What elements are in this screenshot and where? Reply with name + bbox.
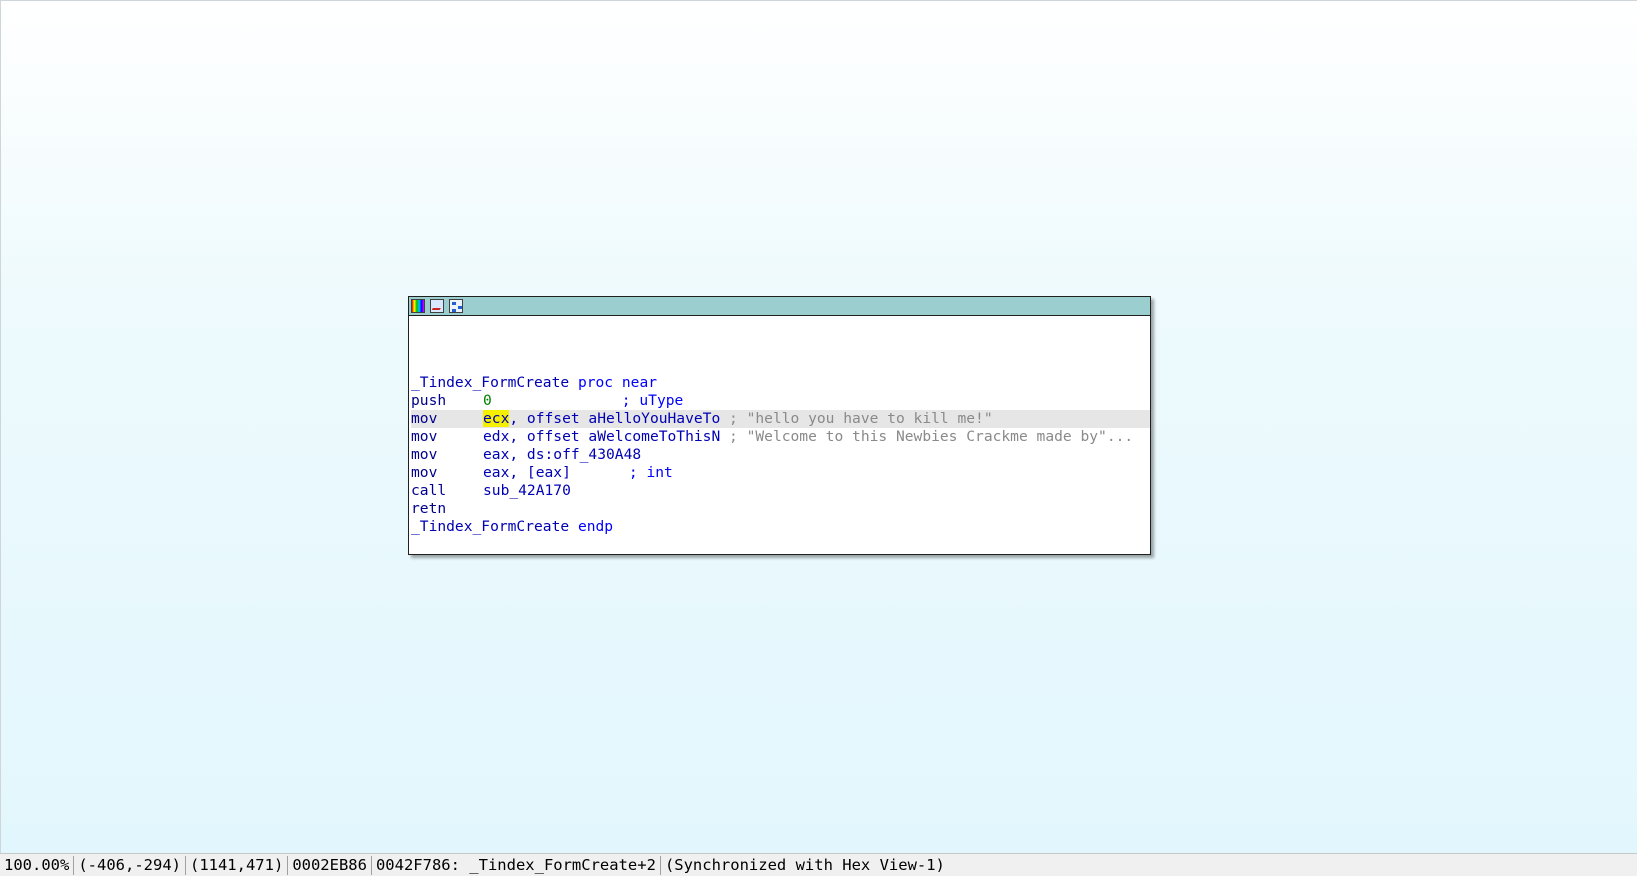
node-title-bar[interactable]: [409, 297, 1150, 316]
mnemonic: push: [411, 392, 447, 409]
call-target[interactable]: sub_42A170: [483, 482, 571, 499]
instruction-line[interactable]: push 0 ; uType: [411, 392, 1150, 410]
operand[interactable]: eax, ds:off_430A48: [483, 446, 641, 463]
color-palette-icon[interactable]: [411, 299, 425, 313]
mnemonic: retn: [411, 500, 447, 517]
proc-start-line[interactable]: _Tindex_FormCreate proc near: [411, 374, 1150, 392]
file-offset: 0002EB86: [288, 855, 372, 875]
mnemonic: mov: [411, 464, 438, 481]
operand[interactable]: eax, [eax]: [483, 464, 571, 481]
mnemonic: call: [411, 482, 447, 499]
comment: ; int: [628, 464, 673, 481]
instruction-line[interactable]: retn: [411, 500, 1150, 518]
register[interactable]: edx: [483, 428, 509, 445]
operand[interactable]: , offset aHelloYouHaveTo: [509, 410, 720, 427]
function-name-label[interactable]: _Tindex_FormCreate: [411, 518, 569, 535]
operand[interactable]: , offset aWelcomeToThisN: [509, 428, 720, 445]
immediate-operand[interactable]: 0: [483, 392, 492, 409]
graph-overview-icon[interactable]: [449, 299, 463, 313]
mnemonic: mov: [411, 446, 438, 463]
highlighted-register[interactable]: ecx: [483, 410, 510, 427]
graph-coordinates: (-406,-294): [74, 855, 186, 875]
string-comment: ; "hello you have to kill me!": [720, 410, 993, 427]
proc-end-line[interactable]: _Tindex_FormCreate endp: [411, 518, 1150, 536]
string-comment: ; "Welcome to this Newbies Crackme made …: [720, 428, 1134, 445]
endp-keyword: endp: [569, 518, 614, 535]
current-location: 0042F786: _Tindex_FormCreate+2: [372, 855, 661, 875]
disassembly-listing[interactable]: _Tindex_FormCreate proc near push 0 ; uTyp…: [411, 374, 1150, 536]
status-bar: 100.00% (-406,-294) (1141,471) 0002EB86 …: [0, 853, 1637, 876]
mnemonic: mov: [411, 410, 438, 427]
mnemonic: mov: [411, 428, 438, 445]
mouse-coordinates: (1141,471): [186, 855, 289, 875]
proc-keyword: proc near: [569, 374, 658, 391]
current-instruction-line[interactable]: mov ecx, offset aHelloYouHaveTo ; "hello …: [411, 410, 1150, 428]
sync-status: (Synchronized with Hex View-1): [664, 855, 945, 874]
function-name-label[interactable]: _Tindex_FormCreate: [411, 374, 569, 391]
instruction-line[interactable]: call sub_42A170: [411, 482, 1150, 500]
edit-node-icon[interactable]: [430, 299, 444, 313]
comment: ; uType: [621, 392, 684, 409]
graph-node-block[interactable]: _Tindex_FormCreate proc near push 0 ; uTyp…: [408, 296, 1151, 555]
zoom-level: 100.00%: [0, 855, 75, 875]
graph-view-canvas[interactable]: _Tindex_FormCreate proc near push 0 ; uTyp…: [0, 0, 1637, 853]
instruction-line[interactable]: mov eax, [eax] ; int: [411, 464, 1150, 482]
instruction-line[interactable]: mov eax, ds:off_430A48: [411, 446, 1150, 464]
instruction-line[interactable]: mov edx, offset aWelcomeToThisN ; "Welcom…: [411, 428, 1150, 446]
